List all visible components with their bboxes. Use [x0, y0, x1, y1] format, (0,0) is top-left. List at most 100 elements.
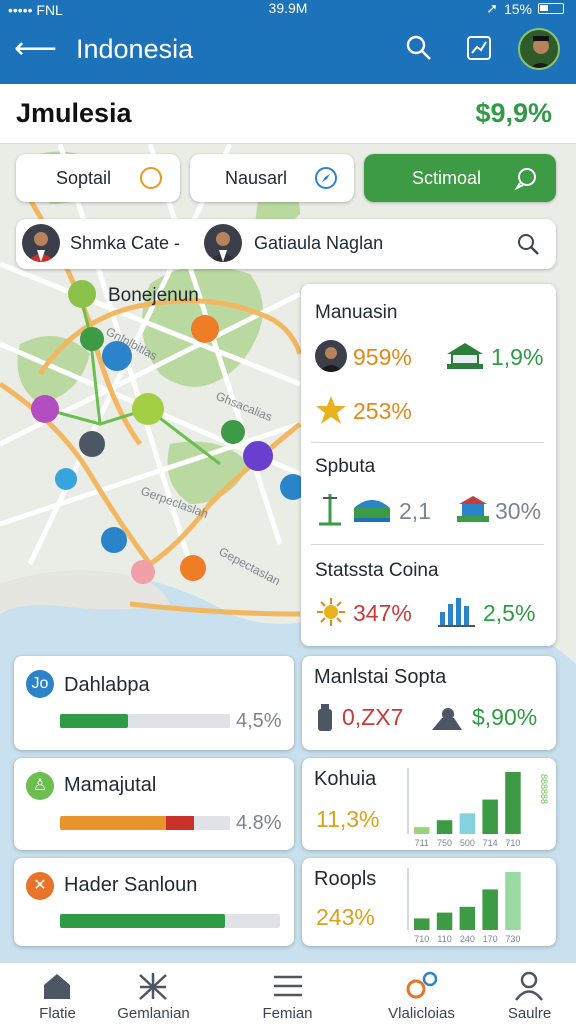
filter-label: Soptail [56, 168, 112, 188]
chart-bar [436, 820, 453, 834]
chart-side-label: 888888 [539, 774, 549, 804]
stat-value: 347% [353, 600, 412, 626]
chart-tick-label: 110 [437, 934, 451, 944]
progress-bar [60, 914, 280, 928]
chart-bar [414, 827, 430, 834]
chart-card[interactable]: Kohuia 11,3% 711 750 500 714 710 888888 [302, 758, 556, 850]
page-title: Indonesia [76, 34, 194, 64]
filter-chip-sctimoal[interactable]: Sctimoal [364, 154, 556, 202]
stat-value: 243% [316, 904, 375, 930]
tab-label: Saulre [507, 1005, 552, 1022]
filter-label: Nausarl [225, 168, 288, 188]
card-title: Hader Sanloun [64, 874, 198, 896]
person-name-2: Gatiaula Naglan [254, 233, 384, 253]
bottom-tab-bar: Flatie Gemlanian Femian Vlalicloias Saul… [0, 962, 576, 1024]
chart-tick-label: 710 [505, 838, 520, 848]
progress-fill [60, 914, 225, 928]
status-right: ➚ 15% [486, 0, 564, 17]
progress-bar [60, 714, 230, 728]
search-icon[interactable] [405, 34, 433, 62]
chat-icon [514, 168, 536, 190]
pavilion-icon [447, 343, 483, 369]
app-bar: ⟵ Indonesia [0, 20, 576, 84]
people-search-bar[interactable]: Shmka Cate - Gatiaula Naglan [16, 219, 556, 269]
stamp-icon [432, 708, 462, 730]
sun-icon [317, 598, 345, 626]
person-avatar [315, 340, 347, 372]
tab-profile[interactable]: Saulre [472, 963, 576, 1024]
filter-label: Sctimoal [412, 168, 482, 188]
progress-value: 4,5% [236, 710, 282, 732]
star-icon [316, 396, 346, 424]
tower-icon [319, 494, 341, 526]
filter-chip-nausarl[interactable]: Nausarl [190, 154, 354, 202]
stat-value: $,90% [472, 704, 538, 730]
progress-card[interactable]: ♙ Mamajutal 4.8% [14, 758, 294, 850]
mini-bar-chart: 710 110 240 170 730 [407, 868, 521, 944]
chart-tick-label: 500 [460, 838, 475, 848]
chart-bar [459, 813, 476, 834]
back-arrow-icon[interactable]: ⟵ [14, 34, 57, 64]
stat-value: 0,ZX7 [342, 704, 404, 730]
chart-bar [436, 912, 453, 930]
tab-map[interactable]: Vlalicloias [364, 963, 479, 1024]
region-change: $9,9% [475, 98, 552, 128]
stat-card[interactable]: Manlstai Sopta 0,ZX7 $,90% [302, 656, 556, 750]
stat-value: 2,5% [483, 600, 536, 626]
circle-icon [140, 167, 162, 189]
person-icon [515, 971, 543, 1001]
person-avatar [204, 224, 242, 262]
stat-value: 30% [495, 498, 542, 524]
signal-icon: ➚ [486, 0, 498, 16]
chart-bar [505, 872, 521, 930]
person-name-1: Shmka Cate - [70, 233, 181, 253]
progress-card[interactable]: ✕ Hader Sanloun [14, 858, 294, 946]
badge-icon: Jo [26, 670, 54, 698]
user-avatar[interactable] [518, 28, 560, 70]
card-title: Manlstai Sopta [314, 666, 447, 688]
stat-value: 11,3% [316, 806, 380, 832]
chart-tick-label: 711 [415, 838, 429, 848]
progress-alert-segment [166, 816, 194, 830]
chart-tick-label: 240 [460, 934, 475, 944]
stat-value: 959% [353, 344, 412, 370]
chart-bar [414, 918, 430, 930]
map-place-label: Bonejenun [108, 285, 199, 306]
section-title: Spbuta [315, 456, 376, 477]
tab-label: Gemlanian [117, 1005, 190, 1022]
temple-icon [457, 496, 489, 522]
bar-chart-icon [438, 598, 475, 627]
status-bar: ••••• FNL 39.9M ➚ 15% [0, 0, 576, 20]
chart-tick-label: 170 [483, 934, 498, 944]
chart-card[interactable]: Roopls 243% 710 110 240 170 730 [302, 858, 556, 946]
tab-label: Femian [262, 1005, 313, 1022]
chart-tick-label: 710 [414, 934, 429, 944]
chart-bar [505, 772, 521, 834]
chart-bar [482, 889, 498, 930]
chart-tick-label: 750 [437, 838, 452, 848]
pin-icon [406, 971, 438, 999]
divider [311, 544, 544, 545]
badge-icon: ✕ [26, 872, 54, 900]
tab-network[interactable]: Gemlanian [96, 963, 211, 1024]
list-icon [274, 975, 302, 997]
person-avatar [22, 224, 60, 262]
chart-tick-label: 714 [483, 838, 498, 848]
tab-list[interactable]: Femian [230, 963, 345, 1024]
search-icon[interactable] [516, 232, 540, 256]
stat-value: 253% [353, 398, 412, 424]
section-title: Statssta Coina [315, 560, 439, 581]
card-title: Roopls [314, 868, 377, 890]
card-title: Dahlabpa [64, 674, 150, 696]
battery-icon [538, 3, 564, 14]
tab-label: Vlalicloias [388, 1005, 455, 1022]
chart-bar [482, 799, 498, 834]
chart-icon[interactable] [465, 34, 493, 62]
card-title: Kohuia [314, 768, 377, 790]
progress-bar [60, 816, 230, 830]
progress-card[interactable]: Jo Dahlabpa 4,5% [14, 656, 294, 750]
filter-chip-soptail[interactable]: Soptail [16, 154, 180, 202]
progress-fill [60, 714, 128, 728]
badge-icon: ♙ [26, 772, 54, 800]
bottle-icon [318, 704, 332, 731]
